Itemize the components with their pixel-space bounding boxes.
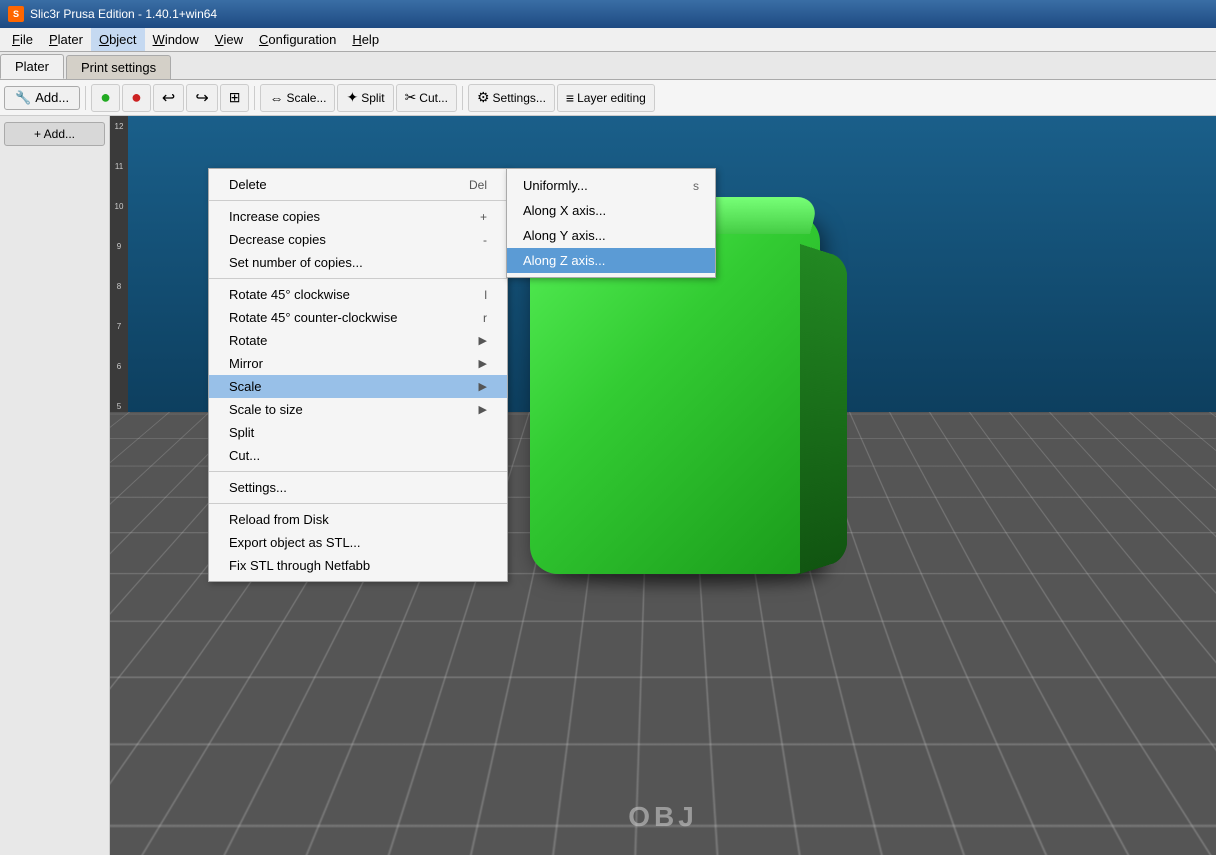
tab-plater[interactable]: Plater [0,54,64,79]
menu-help[interactable]: Help [344,28,387,51]
object-menu: Delete Del Increase copies + Decrease co… [208,168,508,582]
settings-icon: ⚙ [477,89,490,106]
tb-btn-arrange[interactable]: ⊞ [220,84,250,112]
split-icon: ✦ [346,89,358,106]
sidebar-add-btn[interactable]: + Add... [4,122,105,146]
submenu-uniformly[interactable]: Uniformly... s [507,173,715,198]
menu-div-2 [209,278,507,279]
menu-set-copies[interactable]: Set number of copies... [209,251,507,274]
obj-label: OBJ [628,801,698,833]
toolbar-separator-2 [254,86,255,110]
add-icon: 🔧 [15,90,31,106]
layer-editing-label: Layer editing [577,91,646,105]
toolbar: 🔧 Add... ● ● ↩ ↪ ⊞ ⇔ Scale... ✦ Split ✂ … [0,80,1216,116]
menu-scale[interactable]: Scale ▶ [209,375,507,398]
ruler-10: 10 [115,200,124,240]
submenu-along-z[interactable]: Along Z axis... [507,248,715,273]
menu-configuration[interactable]: Configuration [251,28,344,51]
ruler-9: 9 [117,240,121,280]
toolbar-separator-3 [462,86,463,110]
titlebar: S Slic3r Prusa Edition - 1.40.1+win64 [0,0,1216,28]
ruler-12: 12 [115,120,124,160]
menu-file[interactable]: File [4,28,41,51]
object-right [800,244,847,574]
menu-rotate[interactable]: Rotate ▶ [209,329,507,352]
menu-div-4 [209,503,507,504]
ruler-8: 8 [117,280,121,320]
menu-div-3 [209,471,507,472]
menu-settings[interactable]: Settings... [209,476,507,499]
red-icon: ● [131,87,142,108]
undo-icon: ↩ [162,88,175,108]
split-button[interactable]: ✦ Split [337,84,393,112]
submenu-along-y[interactable]: Along Y axis... [507,223,715,248]
menu-view[interactable]: View [207,28,251,51]
tab-print-settings[interactable]: Print settings [66,55,171,79]
toolbar-separator-1 [85,86,86,110]
menu-split[interactable]: Split [209,421,507,444]
menu-scale-to-size[interactable]: Scale to size ▶ [209,398,507,421]
ruler-7: 7 [117,320,121,360]
tb-btn-undo[interactable]: ↩ [153,84,184,112]
menu-fix-stl[interactable]: Fix STL through Netfabb [209,554,507,577]
scale-icon: ⇔ [269,90,283,106]
redo-icon: ↪ [195,88,208,108]
cut-label: Cut... [419,91,448,105]
menu-export-stl[interactable]: Export object as STL... [209,531,507,554]
arrange-icon: ⊞ [229,89,241,106]
add-label: Add... [35,90,69,105]
app-icon: S [8,6,24,22]
green-icon: ● [100,87,111,108]
tb-btn-red[interactable]: ● [122,84,151,112]
cut-icon: ✂ [405,89,417,106]
settings-button[interactable]: ⚙ Settings... [468,84,555,112]
split-label: Split [361,91,384,105]
layer-editing-icon: ≡ [566,90,574,106]
cut-button[interactable]: ✂ Cut... [396,84,457,112]
scale-submenu: Uniformly... s Along X axis... Along Y a… [506,168,716,278]
tb-btn-green[interactable]: ● [91,84,120,112]
viewport[interactable]: 12 11 10 9 8 7 6 5 4 3 2 1 OBJ [110,116,1216,855]
menu-rotate-ccw[interactable]: Rotate 45° counter-clockwise r [209,306,507,329]
ruler-6: 6 [117,360,121,400]
menu-div-1 [209,200,507,201]
layer-editing-button[interactable]: ≡ Layer editing [557,84,655,112]
3d-object [530,234,850,574]
menu-delete[interactable]: Delete Del [209,173,507,196]
tb-btn-redo[interactable]: ↪ [186,84,217,112]
menu-cut[interactable]: Cut... [209,444,507,467]
menu-decrease-copies[interactable]: Decrease copies - [209,228,507,251]
menu-object[interactable]: Object [91,28,145,51]
menu-rotate-cw[interactable]: Rotate 45° clockwise l [209,283,507,306]
submenu-along-x[interactable]: Along X axis... [507,198,715,223]
add-button[interactable]: 🔧 Add... [4,86,80,110]
menu-reload[interactable]: Reload from Disk [209,508,507,531]
scale-label: Scale... [286,91,326,105]
titlebar-title: Slic3r Prusa Edition - 1.40.1+win64 [30,7,217,21]
main-area: + Add... 12 11 10 9 8 7 6 5 4 3 2 1 [0,116,1216,855]
menu-increase-copies[interactable]: Increase copies + [209,205,507,228]
tabbar: Plater Print settings [0,52,1216,80]
settings-label: Settings... [493,91,546,105]
sidebar: + Add... [0,116,110,855]
menu-mirror[interactable]: Mirror ▶ [209,352,507,375]
ruler-11: 11 [115,160,123,200]
scale-button[interactable]: ⇔ Scale... [260,84,335,112]
menu-window[interactable]: Window [145,28,207,51]
menu-plater[interactable]: Plater [41,28,91,51]
menubar: File Plater Object Window View Configura… [0,28,1216,52]
